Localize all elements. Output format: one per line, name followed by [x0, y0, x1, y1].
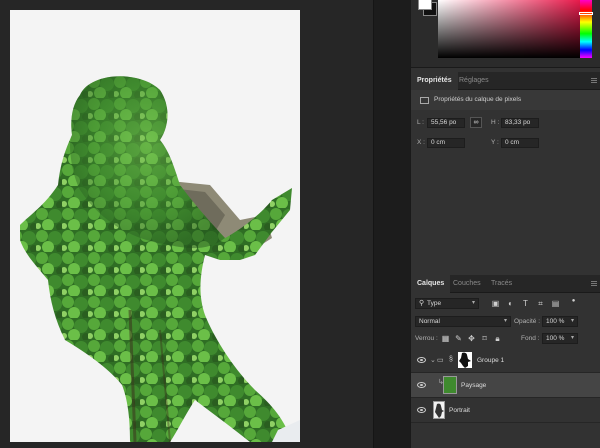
fill-value: 100 % [546, 335, 565, 342]
lock-transparency-icon[interactable]: ▦ [441, 334, 450, 343]
blend-row: Normal ▾ Opacité : 100 % ▾ [411, 314, 600, 330]
portrait-silhouette-graphic [435, 403, 444, 418]
layer-filter-dropdown[interactable]: ⚲ Type ▾ [415, 298, 479, 309]
layer-row-landscape[interactable]: ↳ Paysage [411, 373, 600, 398]
link-dimensions-icon[interactable]: ∞ [470, 117, 482, 128]
width-field[interactable]: 55,56 po [427, 118, 465, 128]
layer-filter-row: ⚲ Type ▾ ▣ ◐ T ⌗ ▤ ● [411, 296, 600, 312]
y-label: Y : [491, 139, 499, 146]
layer-row-group[interactable]: ⌄ ▭ § Groupe 1 [411, 348, 600, 373]
layers-tab-bar: Calques Couches Tracés [411, 275, 600, 293]
search-icon: ⚲ [419, 300, 425, 307]
lock-row: Verrou : ▦ ✎ ✥ ⌑ 🔒︎ Fond : 100 % ▾ [411, 331, 600, 347]
filter-smart-object-icon[interactable]: ▤ [551, 299, 560, 308]
width-label: L : [417, 119, 424, 126]
folder-icon: ▭ [437, 357, 444, 364]
lock-label: Verrou : [415, 335, 438, 342]
filter-shape-icon[interactable]: ⌗ [536, 299, 545, 308]
fill-label: Fond : [521, 335, 540, 342]
x-position-field[interactable]: 0 cm [427, 138, 465, 148]
double-exposure-artwork [20, 76, 300, 442]
chevron-down-icon: ▾ [503, 318, 507, 324]
x-label: X : [417, 139, 425, 146]
saturation-brightness-field[interactable] [438, 0, 581, 58]
lock-all-icon[interactable]: 🔒︎ [493, 334, 502, 343]
portrait-layer-thumbnail[interactable] [433, 401, 445, 419]
color-picker[interactable] [411, 0, 600, 68]
tab-channels[interactable]: Couches [447, 275, 487, 293]
opacity-field[interactable]: 100 % ▾ [542, 316, 578, 327]
layers-panel-menu-icon[interactable] [591, 281, 597, 286]
filter-toggle-icon[interactable]: ● [569, 297, 578, 306]
tab-layers[interactable]: Calques [411, 275, 451, 293]
filter-adjustment-icon[interactable]: ◐ [506, 299, 515, 308]
properties-tab-bar: Propriétés Réglages [411, 72, 600, 90]
filter-pixel-icon[interactable]: ▣ [491, 299, 500, 308]
foreground-color-swatch[interactable] [418, 0, 432, 10]
tab-properties[interactable]: Propriétés [411, 72, 458, 90]
layer-row-portrait[interactable]: Portrait [411, 398, 600, 423]
link-icon: § [449, 356, 453, 363]
document-canvas[interactable] [10, 10, 300, 442]
right-panel: Propriétés Réglages Propriétés du calque… [410, 0, 600, 448]
properties-panel-menu-icon[interactable] [591, 78, 597, 83]
properties-header: Propriétés du calque de pixels [411, 90, 600, 110]
properties-panel: Propriétés du calque de pixels L : 55,56… [411, 90, 600, 275]
visibility-eye-icon[interactable] [417, 407, 426, 413]
layer-name-portrait[interactable]: Portrait [449, 407, 470, 414]
layer-name-landscape[interactable]: Paysage [461, 382, 486, 389]
landscape-layer-thumbnail[interactable] [443, 376, 457, 394]
visibility-eye-icon[interactable] [417, 357, 426, 363]
layers-panel: ⚲ Type ▾ ▣ ◐ T ⌗ ▤ ● Normal ▾ Opacité : … [411, 293, 600, 448]
pixel-layer-icon [420, 97, 429, 104]
hue-slider-handle[interactable] [579, 12, 593, 15]
filter-type-icon[interactable]: T [521, 299, 530, 308]
blend-mode-value: Normal [419, 318, 440, 325]
y-position-field[interactable]: 0 cm [501, 138, 539, 148]
hue-slider[interactable] [580, 0, 592, 58]
opacity-label: Opacité : [514, 318, 541, 325]
layer-name-group[interactable]: Groupe 1 [477, 357, 504, 364]
height-label: H : [491, 119, 500, 126]
layer-filter-value: Type [427, 300, 442, 307]
height-field[interactable]: 83,33 po [501, 118, 539, 128]
silhouette-mask-graphic [459, 352, 471, 368]
chevron-down-icon: ▾ [471, 300, 475, 306]
tab-paths[interactable]: Tracés [485, 275, 518, 293]
canvas-area[interactable] [0, 0, 373, 448]
chevron-down-icon[interactable]: ⌄ [430, 356, 436, 364]
tab-adjustments[interactable]: Réglages [453, 72, 495, 90]
properties-layer-type-label: Propriétés du calque de pixels [434, 96, 522, 103]
chevron-down-icon: ▾ [570, 335, 574, 341]
blend-mode-dropdown[interactable]: Normal ▾ [415, 316, 511, 327]
opacity-value: 100 % [546, 318, 565, 325]
group-mask-thumbnail[interactable] [458, 352, 472, 368]
chevron-down-icon: ▾ [570, 318, 574, 324]
lock-pixels-icon[interactable]: ✎ [454, 334, 463, 343]
lock-position-icon[interactable]: ✥ [467, 334, 476, 343]
panel-dock-strip [373, 0, 410, 448]
visibility-eye-icon[interactable] [417, 382, 426, 388]
lock-artboard-icon[interactable]: ⌑ [480, 334, 489, 343]
fill-field[interactable]: 100 % ▾ [542, 333, 578, 344]
